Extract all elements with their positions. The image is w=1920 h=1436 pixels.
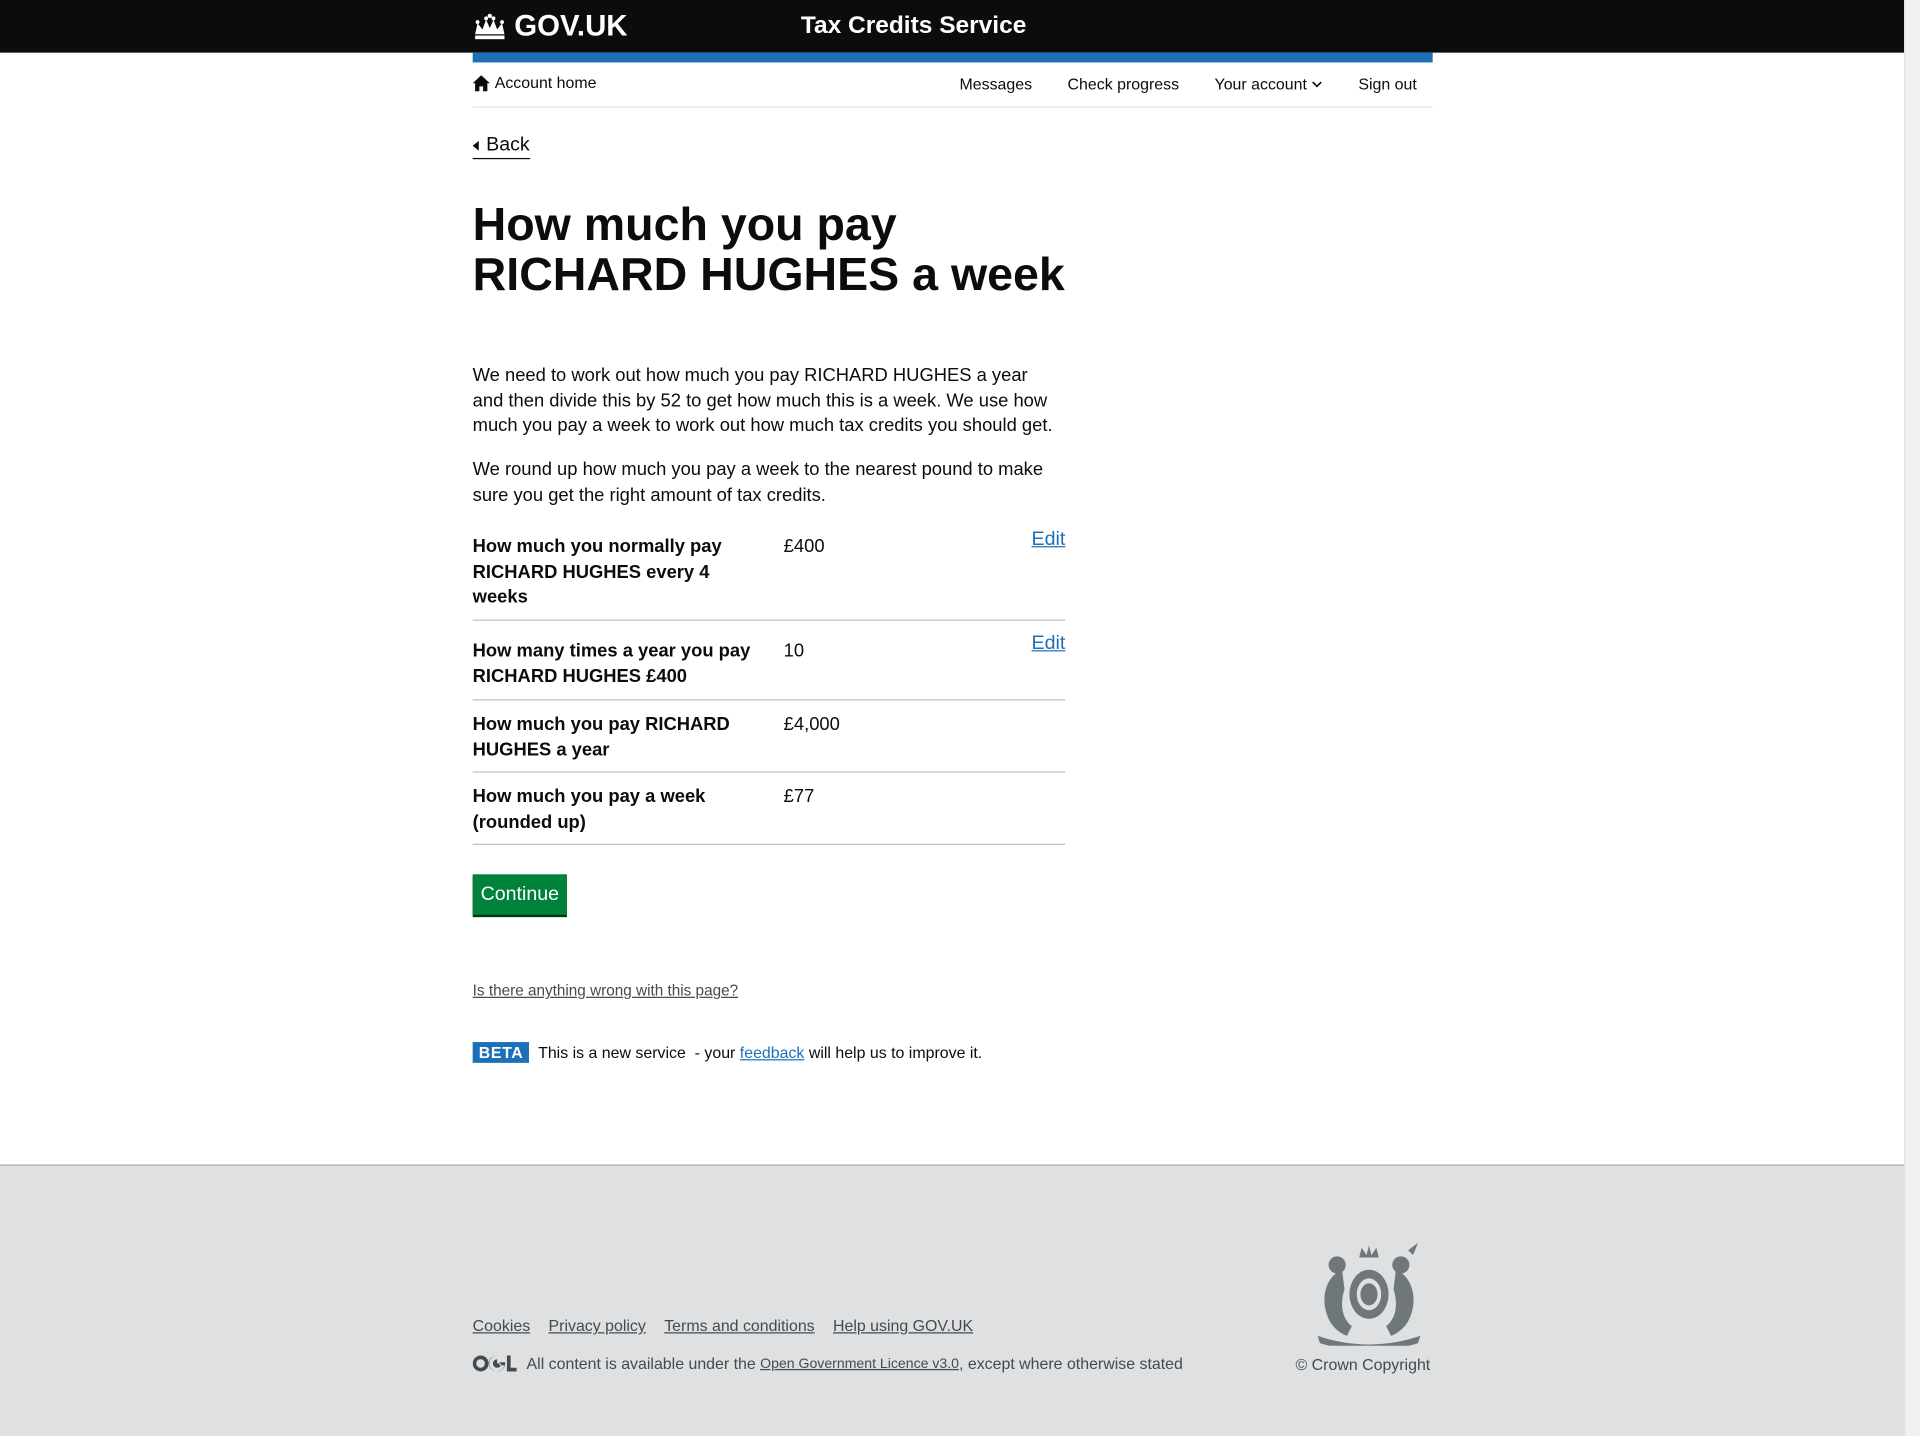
licence-statement: All content is available under the Open … bbox=[472, 1354, 1183, 1373]
account-home-label: Account home bbox=[494, 73, 597, 92]
account-nav: Account home Messages Check progress You… bbox=[472, 62, 1433, 108]
summary-list: How much you normally pay RICHARD HUGHES… bbox=[472, 527, 1066, 845]
licence-text-after: , except where otherwise stated bbox=[958, 1354, 1183, 1373]
feedback-link[interactable]: feedback bbox=[740, 1043, 805, 1061]
beta-text-after: will help us to improve it. bbox=[804, 1043, 983, 1062]
summary-row: How much you normally pay RICHARD HUGHES… bbox=[472, 527, 1066, 621]
summary-row: How much you pay a week (rounded up) £77 bbox=[472, 773, 1066, 845]
account-home-link[interactable]: Account home bbox=[472, 73, 597, 92]
service-name[interactable]: Tax Credits Service bbox=[801, 12, 1027, 40]
summary-key: How much you pay RICHARD HUGHES a year bbox=[472, 713, 730, 760]
licence-text-before: All content is available under the bbox=[526, 1354, 761, 1373]
header-accent-bar bbox=[472, 52, 1433, 63]
chevron-down-icon bbox=[1312, 80, 1323, 87]
home-icon bbox=[472, 74, 490, 91]
beta-text-before: This is a new service - your bbox=[538, 1043, 740, 1062]
summary-value: £77 bbox=[783, 786, 815, 807]
intro-paragraph: We need to work out how much you pay RIC… bbox=[472, 364, 1053, 436]
footer-link-privacy[interactable]: Privacy policy bbox=[549, 1316, 646, 1334]
nav-your-account[interactable]: Your account bbox=[1215, 75, 1323, 93]
crown-copyright-link[interactable]: © Crown Copyright bbox=[1296, 1356, 1431, 1374]
footer-link-help[interactable]: Help using GOV.UK bbox=[833, 1316, 973, 1334]
page-title: How much you pay RICHARD HUGHES a week bbox=[472, 199, 1065, 302]
continue-button[interactable]: Continue bbox=[472, 874, 567, 915]
summary-key: How many times a year you pay RICHARD HU… bbox=[472, 640, 751, 687]
footer-link-cookies[interactable]: Cookies bbox=[473, 1316, 531, 1334]
beta-tag: BETA bbox=[472, 1042, 530, 1063]
summary-row: How much you pay RICHARD HUGHES a year £… bbox=[472, 700, 1066, 773]
crown-icon bbox=[475, 13, 505, 40]
logo-text: GOV.UK bbox=[514, 9, 628, 43]
ogl-logo-icon bbox=[472, 1355, 517, 1372]
nav-sign-out[interactable]: Sign out bbox=[1358, 75, 1416, 93]
back-link[interactable]: Back bbox=[472, 134, 530, 160]
edit-link[interactable]: Edit bbox=[1032, 528, 1066, 553]
govuk-logo[interactable]: GOV.UK bbox=[473, 10, 628, 44]
phase-banner: BETA This is a new service - your feedba… bbox=[472, 1042, 983, 1063]
site-footer: Cookies Privacy policy Terms and conditi… bbox=[0, 1164, 1905, 1436]
rounding-paragraph: We round up how much you pay a week to t… bbox=[472, 459, 1044, 506]
summary-value: 10 bbox=[783, 640, 805, 662]
scrollbar[interactable] bbox=[1904, 0, 1920, 1436]
back-label: Back bbox=[486, 134, 530, 156]
site-header: GOV.UK Tax Credits Service bbox=[0, 0, 1905, 53]
summary-value: £4,000 bbox=[783, 713, 840, 735]
footer-link-terms[interactable]: Terms and conditions bbox=[664, 1316, 814, 1334]
report-problem-link[interactable]: Is there anything wrong with this page? bbox=[473, 982, 738, 999]
page: GOV.UK Tax Credits Service Account home … bbox=[0, 0, 1920, 1436]
summary-row: How many times a year you pay RICHARD HU… bbox=[472, 621, 1066, 701]
summary-key: How much you pay a week (rounded up) bbox=[472, 786, 706, 833]
summary-value: £400 bbox=[783, 536, 825, 558]
royal-coat-of-arms-icon bbox=[1317, 1242, 1421, 1346]
edit-link[interactable]: Edit bbox=[1032, 632, 1066, 657]
nav-check-progress[interactable]: Check progress bbox=[1068, 75, 1179, 93]
nav-your-account-label: Your account bbox=[1214, 74, 1307, 94]
summary-key: How much you normally pay RICHARD HUGHES… bbox=[472, 536, 722, 608]
footer-links: Cookies Privacy policy Terms and conditi… bbox=[473, 1316, 973, 1334]
licence-link[interactable]: Open Government Licence v3.0 bbox=[760, 1356, 959, 1371]
nav-messages[interactable]: Messages bbox=[959, 75, 1032, 93]
back-arrow-icon bbox=[472, 140, 479, 151]
